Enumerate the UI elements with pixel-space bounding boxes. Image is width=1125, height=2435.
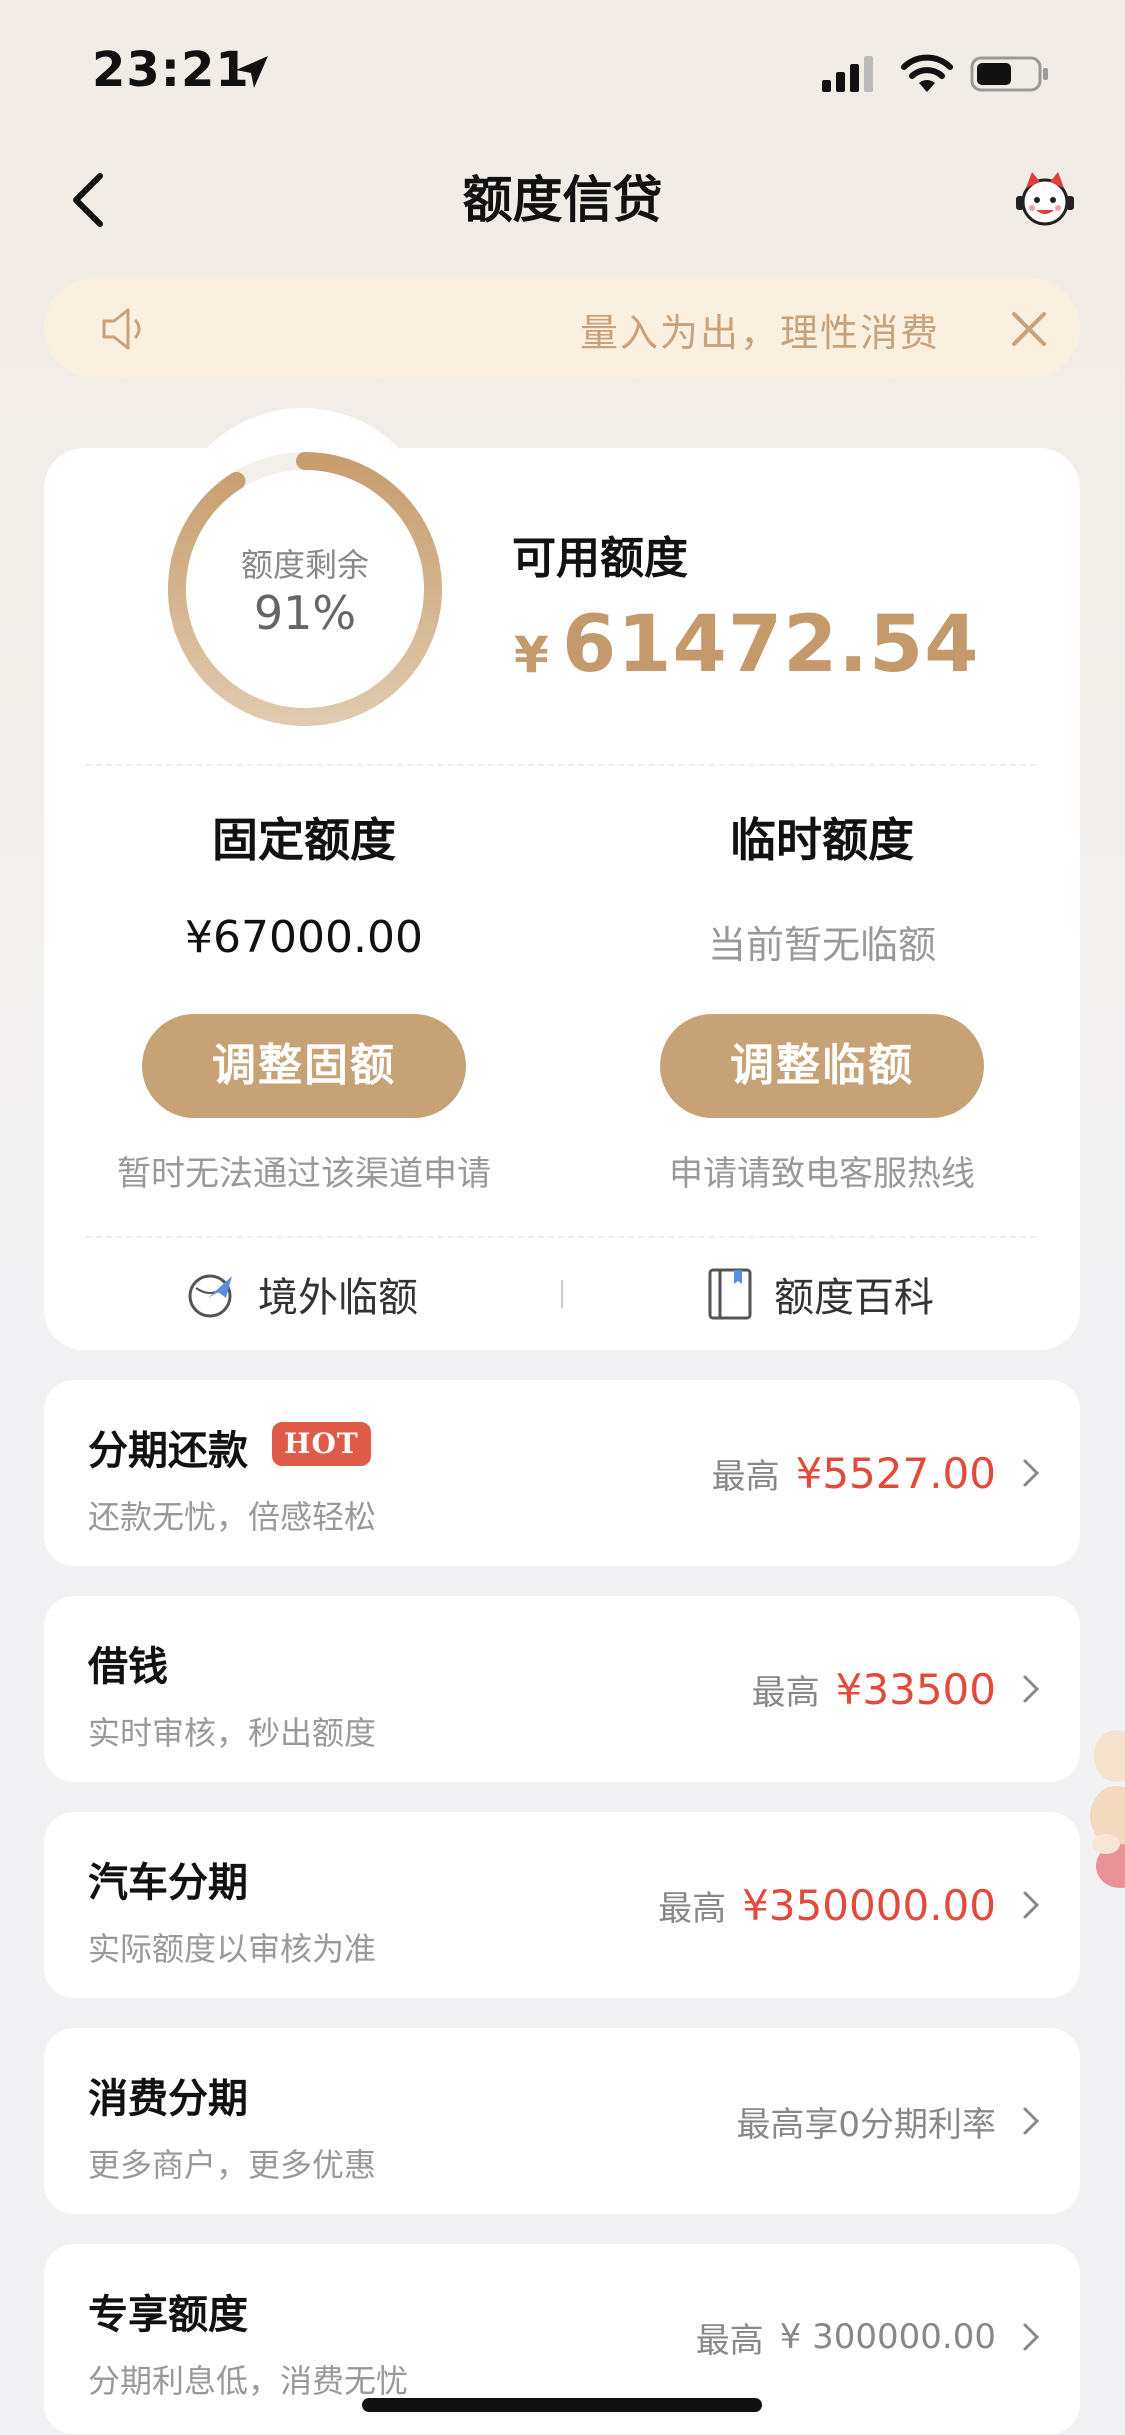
row-subtitle: 实际额度以审核为准 (88, 1930, 377, 1968)
globe-plane-icon (188, 1274, 232, 1318)
divider (86, 1236, 1036, 1238)
row-prefix: 最高 (711, 1456, 780, 1497)
fixed-limit-label: 固定额度 (212, 813, 396, 867)
fixed-limit-note: 暂时无法通过该渠道申请 (117, 1154, 491, 1194)
overseas-temp-limit-link[interactable]: 境外临额 (186, 1264, 418, 1324)
hot-badge: HOT (272, 1422, 371, 1466)
chevron-right-icon (1023, 2107, 1040, 2135)
available-currency: ¥ (514, 626, 549, 684)
speaker-icon (102, 308, 141, 350)
temp-limit-note: 申请请致电客服热线 (669, 1154, 975, 1194)
available-label: 可用额度 (512, 533, 688, 584)
divider (86, 764, 1036, 766)
row-title: 借钱 (88, 1644, 168, 1690)
overseas-link-label: 境外临额 (258, 1275, 418, 1321)
chevron-right-icon (1023, 1459, 1040, 1487)
temp-limit-label: 临时额度 (730, 813, 914, 867)
product-row-borrow[interactable]: 借钱 实时审核，秒出额度 最高 ¥33500 (44, 1596, 1080, 1782)
fixed-limit-amount: ¥67000.00 (185, 912, 423, 963)
row-prefix: 最高 (751, 1672, 820, 1713)
row-title: 汽车分期 (88, 1860, 248, 1906)
temp-limit-status: 当前暂无临额 (707, 923, 936, 967)
product-row-car-installment[interactable]: 汽车分期 实际额度以审核为准 最高 ¥350000.00 (44, 1812, 1080, 1998)
ring-value: 91% (253, 586, 357, 640)
row-subtitle: 分期利息低，消费无忧 (88, 2362, 409, 2400)
row-title: 消费分期 (88, 2076, 248, 2122)
row-subtitle: 更多商户，更多优惠 (88, 2146, 377, 2184)
row-amount: ¥33500 (835, 1664, 996, 1714)
location-arrow-icon (236, 56, 268, 88)
row-prefix: 最高 (658, 1888, 727, 1929)
row-amount: ¥5527.00 (795, 1448, 996, 1498)
page-title: 额度信贷 (462, 171, 663, 229)
row-amount: ¥ 300000.00 (779, 2317, 996, 2357)
battery-icon (970, 56, 1048, 92)
adjust-fixed-limit-button[interactable]: 调整固额 (142, 1014, 466, 1118)
row-subtitle: 还款无忧，倍感轻松 (88, 1498, 377, 1536)
wifi-icon (901, 54, 953, 92)
close-icon[interactable] (1004, 304, 1054, 354)
row-title: 分期还款 (88, 1428, 248, 1474)
row-title: 专享额度 (88, 2292, 248, 2338)
row-subtitle: 实时审核，秒出额度 (88, 1714, 377, 1752)
row-prefix: 最高 (695, 2320, 764, 2361)
cellular-signal-icon (822, 56, 873, 92)
wiki-link-label: 额度百科 (774, 1275, 934, 1321)
customer-service-mascot-icon[interactable] (1010, 166, 1080, 232)
link-separator (561, 1280, 563, 1308)
product-row-installment-repay[interactable]: 分期还款 HOT 还款无忧，倍感轻松 最高 ¥5527.00 (44, 1380, 1080, 1566)
notice-text: 量入为出，理性消费 (579, 311, 940, 355)
status-time: 23:21 (92, 42, 250, 98)
chevron-right-icon (1023, 2323, 1040, 2351)
product-row-consumer-installment[interactable]: 消费分期 更多商户，更多优惠 最高享0分期利率 (44, 2028, 1080, 2214)
row-plain-text: 最高享0分期利率 (736, 2104, 996, 2145)
chevron-right-icon (1023, 1891, 1040, 1919)
chevron-right-icon (1023, 1675, 1040, 1703)
available-amount: 61472.54 (562, 600, 980, 690)
row-amount: ¥350000.00 (742, 1880, 996, 1930)
limit-wiki-link[interactable]: 额度百科 (706, 1264, 934, 1324)
home-indicator (362, 2398, 762, 2412)
book-icon (708, 1268, 752, 1320)
adjust-temp-limit-button[interactable]: 调整临额 (660, 1014, 984, 1118)
ring-label: 额度剩余 (240, 546, 369, 584)
floating-promo-icon[interactable] (1076, 1716, 1125, 1896)
